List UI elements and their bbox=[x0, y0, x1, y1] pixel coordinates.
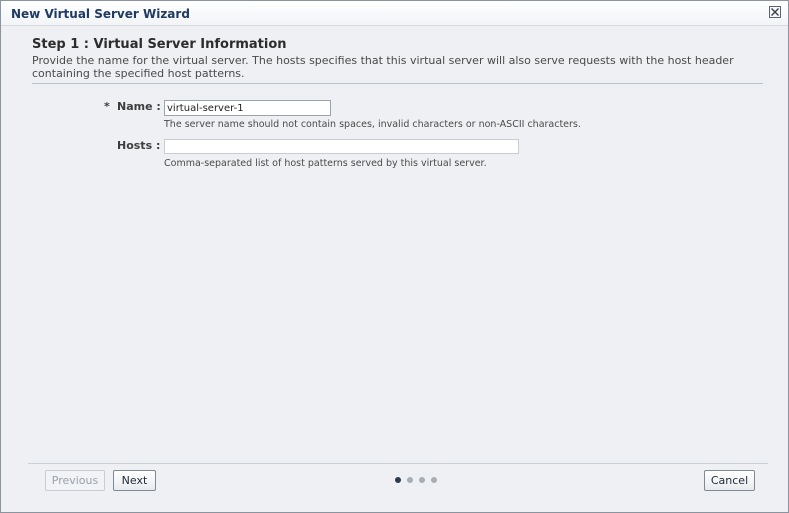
dialog-title: New Virtual Server Wizard bbox=[11, 7, 190, 21]
cancel-button[interactable]: Cancel bbox=[704, 470, 755, 491]
next-button[interactable]: Next bbox=[113, 470, 156, 491]
dialog-titlebar: New Virtual Server Wizard bbox=[1, 1, 788, 26]
train-step-1[interactable] bbox=[395, 477, 401, 483]
wizard-dialog: New Virtual Server Wizard Step 1 : Virtu… bbox=[0, 0, 789, 513]
train-step-3[interactable] bbox=[419, 477, 425, 483]
train-step-2[interactable] bbox=[407, 477, 413, 483]
step-title: Step 1 : Virtual Server Information bbox=[32, 37, 287, 52]
name-input[interactable] bbox=[164, 100, 331, 116]
hosts-hint: Comma-separated list of host patterns se… bbox=[164, 158, 487, 169]
step-divider bbox=[32, 83, 763, 84]
name-label: Name : bbox=[117, 100, 161, 113]
close-button[interactable] bbox=[769, 6, 781, 18]
previous-button[interactable]: Previous bbox=[45, 470, 105, 491]
close-icon bbox=[771, 8, 779, 16]
name-hint: The server name should not contain space… bbox=[164, 119, 581, 130]
required-marker: * bbox=[104, 100, 110, 113]
hosts-input[interactable] bbox=[164, 139, 519, 154]
train-step-4[interactable] bbox=[431, 477, 437, 483]
step-description: Provide the name for the virtual server.… bbox=[32, 54, 734, 80]
hosts-label: Hosts : bbox=[117, 139, 161, 152]
footer-divider bbox=[28, 463, 768, 464]
